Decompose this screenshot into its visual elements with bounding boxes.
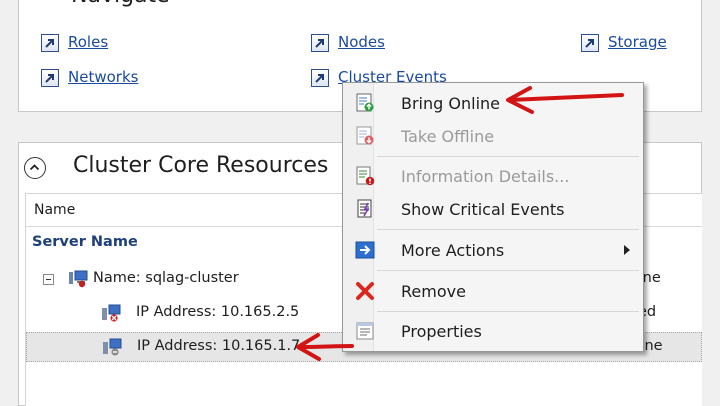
menu-separator	[377, 311, 639, 312]
menu-item-more-actions[interactable]: More Actions	[345, 234, 641, 266]
bring-online-icon	[356, 93, 374, 112]
menu-item-label: Information Details...	[401, 167, 570, 186]
context-menu: Bring Online Take Offline Information De…	[342, 82, 644, 352]
collapse-button[interactable]	[24, 157, 46, 179]
menu-item-properties[interactable]: Properties	[345, 315, 641, 347]
roles-link[interactable]: Roles	[68, 33, 108, 51]
cluster-events-link-icon[interactable]	[311, 69, 329, 87]
nodes-link-icon[interactable]	[311, 34, 329, 52]
menu-item-take-offline[interactable]: Take Offline	[345, 120, 641, 152]
information-details-icon	[356, 166, 375, 186]
storage-link[interactable]: Storage	[608, 33, 667, 51]
core-resources-title: Cluster Core Resources	[73, 153, 329, 178]
critical-events-icon	[357, 199, 372, 218]
properties-icon	[356, 322, 374, 340]
tree-collapse-toggle[interactable]	[43, 274, 54, 285]
row-label: IP Address: 10.165.1.7	[137, 338, 301, 354]
menu-item-label: Take Offline	[401, 127, 495, 146]
more-actions-icon	[355, 241, 375, 259]
row-label: Name: sqlag-cluster	[93, 270, 239, 286]
take-offline-icon	[356, 126, 374, 145]
column-header-name[interactable]: Name	[34, 202, 75, 218]
menu-item-label: Show Critical Events	[401, 200, 565, 219]
menu-item-information-details[interactable]: Information Details...	[345, 160, 641, 192]
menu-separator	[377, 229, 639, 230]
menu-item-label: Remove	[401, 282, 466, 301]
menu-item-label: Bring Online	[401, 94, 500, 113]
networks-link[interactable]: Networks	[68, 68, 138, 86]
menu-separator	[377, 156, 639, 157]
navigate-title: Navigate	[71, 0, 170, 8]
remove-icon	[356, 282, 374, 300]
ip-address-offline-icon	[103, 338, 122, 356]
menu-separator	[377, 270, 639, 271]
networks-link-icon[interactable]	[41, 69, 59, 87]
ip-address-failed-icon	[102, 304, 121, 322]
group-header-server-name: Server Name	[32, 234, 138, 250]
storage-link-icon[interactable]	[581, 34, 599, 52]
roles-link-icon[interactable]	[41, 34, 59, 52]
menu-item-remove[interactable]: Remove	[345, 275, 641, 307]
cluster-name-icon	[69, 270, 88, 288]
menu-item-label: More Actions	[401, 241, 505, 260]
row-label: IP Address: 10.165.2.5	[136, 304, 300, 320]
menu-item-label: Properties	[401, 322, 482, 341]
nodes-link[interactable]: Nodes	[338, 33, 385, 51]
menu-item-bring-online[interactable]: Bring Online	[345, 87, 641, 119]
menu-item-show-critical-events[interactable]: Show Critical Events	[345, 193, 641, 225]
submenu-arrow-icon	[624, 245, 630, 255]
